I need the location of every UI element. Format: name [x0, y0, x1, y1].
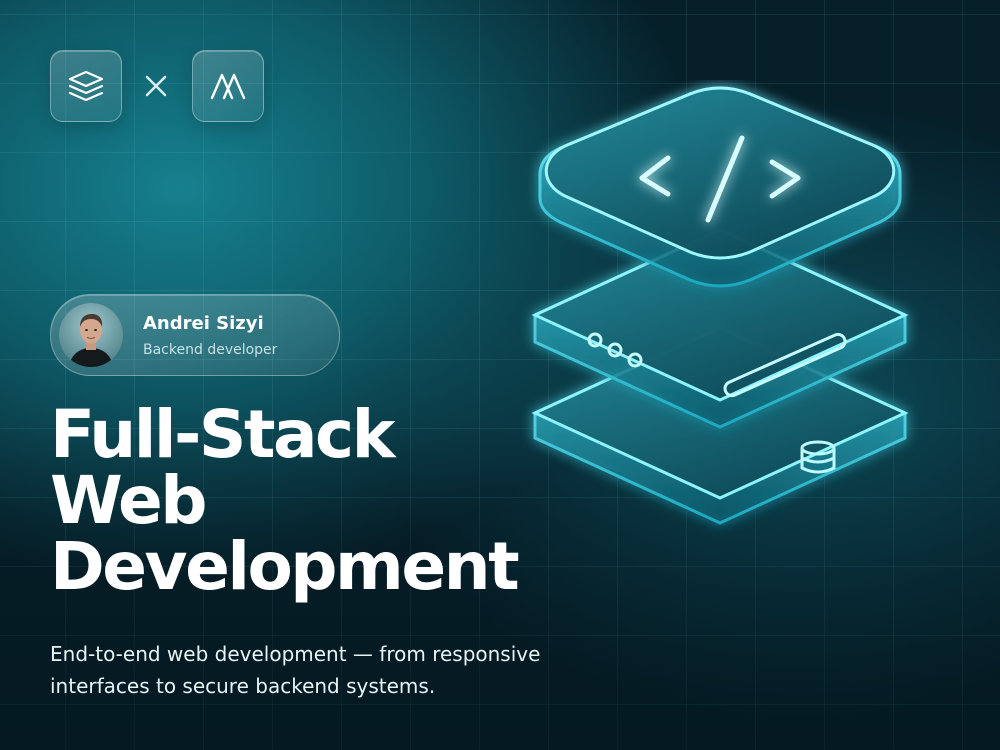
subtitle: End-to-end web development — from respon…	[50, 638, 590, 702]
title-line-2: Web	[50, 462, 207, 539]
layers-icon	[68, 70, 104, 102]
page-title: Full-Stack Web Development	[50, 396, 520, 605]
layers-logo-tile	[50, 50, 122, 122]
times-icon	[141, 71, 171, 101]
subtitle-line-1: End-to-end web development — from respon…	[50, 642, 541, 666]
subtitle-line-2: interfaces to secure backend systems.	[50, 674, 436, 698]
mountain-logo-icon	[210, 73, 246, 100]
partner-logo-tile	[192, 50, 264, 122]
person-avatar-icon	[59, 303, 123, 367]
title-line-1: Full-Stack	[50, 396, 396, 473]
author-role: Backend developer	[143, 342, 278, 358]
author-profile-card: Andrei Sizyi Backend developer	[50, 294, 340, 376]
server-stack-code-icon	[531, 86, 909, 525]
server-layer-top	[538, 86, 902, 288]
author-name: Andrei Sizyi	[143, 313, 264, 334]
title-line-3: Development	[50, 528, 520, 605]
avatar	[59, 303, 123, 367]
